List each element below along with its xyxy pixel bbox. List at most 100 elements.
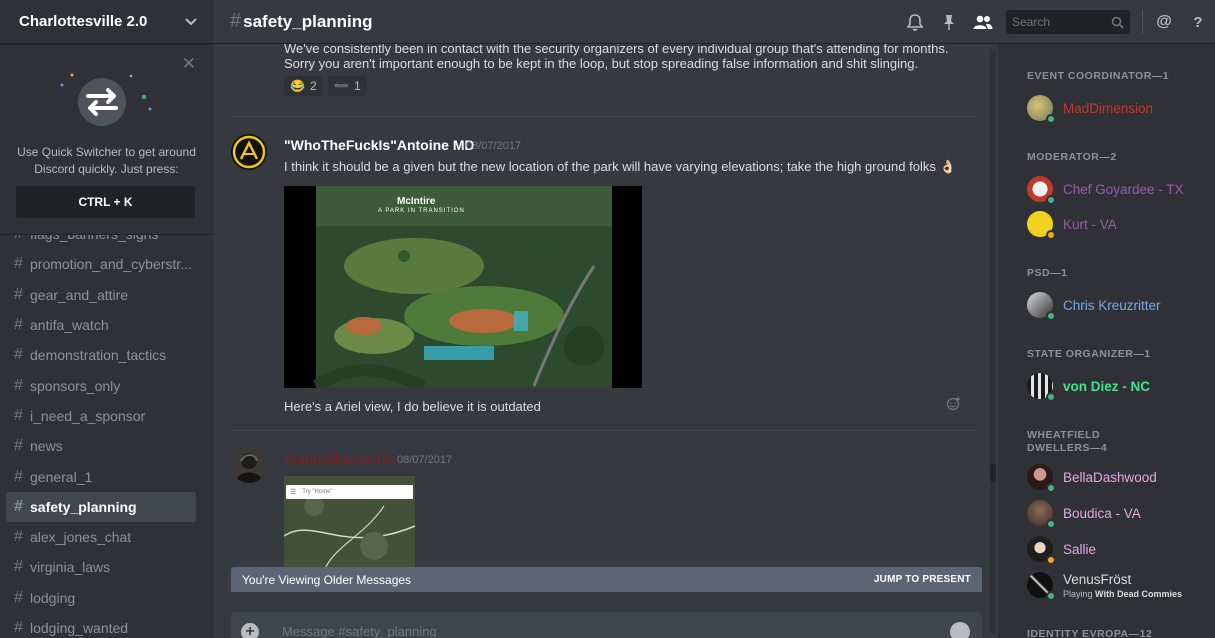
channel-promotion[interactable]: # promotion_and_cyberstr... <box>6 249 196 279</box>
channel-lodging-wanted[interactable]: # lodging_wanted <box>6 613 196 638</box>
hash-icon: # <box>14 467 23 485</box>
avatar[interactable] <box>231 134 267 170</box>
message-divider <box>231 430 978 431</box>
channel-label: safety_planning <box>30 498 137 515</box>
quick-switcher-text: Use Quick Switcher to get around Discord… <box>17 145 196 176</box>
role-header: PSD—1 <box>1027 267 1068 279</box>
message-input[interactable]: Message #safety_planning <box>282 624 437 638</box>
image-caption: Here's a Ariel view, I do believe it is … <box>284 399 541 414</box>
message-scrollbar[interactable] <box>988 44 998 638</box>
channel-sidebar: Charlottesville 2.0 ✕ Use Quick Switcher… <box>0 0 213 638</box>
member-item[interactable]: Sallie <box>1027 533 1096 565</box>
channel-general-1[interactable]: # general_1 <box>6 461 196 491</box>
status-online-icon <box>1046 392 1056 402</box>
channel-sponsors-only[interactable]: # sponsors_only <box>6 370 196 400</box>
map-search-bar: ☰ Try "Home" <box>286 485 413 499</box>
status-idle-icon <box>1046 230 1056 240</box>
older-messages-text: You're Viewing Older Messages <box>242 572 412 587</box>
hash-icon: # <box>14 619 23 636</box>
member-item[interactable]: Kurt - VA <box>1027 208 1117 240</box>
add-reaction-icon[interactable] <box>946 396 961 416</box>
member-item[interactable]: BellaDashwood <box>1027 461 1157 493</box>
status-online-icon <box>1046 114 1056 124</box>
message-author[interactable]: "WhoTheFuckIs"Antoine MD <box>284 137 475 153</box>
channel-news[interactable]: # news <box>6 431 196 461</box>
search-icon <box>1111 16 1124 29</box>
activity-prefix: Playing <box>1063 588 1093 599</box>
bell-icon[interactable] <box>898 13 932 31</box>
channel-lodging[interactable]: # lodging <box>6 583 196 613</box>
emoji-picker-icon[interactable] <box>950 622 970 638</box>
channel-safety-planning[interactable]: # safety_planning <box>6 491 196 522</box>
member-item[interactable]: Chris Kreuzritter <box>1027 289 1161 321</box>
avatar[interactable] <box>231 447 267 483</box>
status-online-icon <box>1046 519 1056 529</box>
channel-label: i_need_a_sponsor <box>30 407 146 424</box>
channel-label: lodging <box>30 589 76 606</box>
scroll-track <box>990 49 996 634</box>
hash-icon: # <box>14 528 23 546</box>
channel-label: demonstration_tactics <box>30 347 167 364</box>
quick-switcher-shortcut[interactable]: CTRL + K <box>16 186 195 218</box>
hash-icon: # <box>14 558 23 576</box>
message-line: Sorry you aren't important enough to be … <box>284 56 919 71</box>
hash-icon: # <box>14 588 23 606</box>
jump-to-present-button[interactable]: JUMP TO PRESENT <box>874 574 971 585</box>
member-name: MadDimension <box>1063 100 1154 116</box>
help-icon[interactable]: ? <box>1181 14 1215 31</box>
attached-map-image[interactable]: ☰ Try "Home" <box>284 476 415 571</box>
role-header: MODERATOR—2 <box>1027 151 1117 163</box>
avatar <box>1027 292 1056 321</box>
message-divider <box>231 116 978 117</box>
message-line: We've consistently been in contact with … <box>284 44 949 56</box>
reaction-count: 2 <box>309 79 317 93</box>
reaction-laugh[interactable]: 😂 2 <box>284 76 323 96</box>
server-header[interactable]: Charlottesville 2.0 <box>0 0 213 44</box>
member-info: VenusFröst Playing With Dead Commies <box>1063 572 1182 599</box>
avatar <box>1027 464 1056 493</box>
channel-antifa-watch[interactable]: # antifa_watch <box>6 310 196 340</box>
channel-virginia-laws[interactable]: # virginia_laws <box>6 552 196 582</box>
message-author[interactable]: Stannisthemannis <box>284 451 395 467</box>
attached-image[interactable]: McIntire A PARK IN TRANSITION <box>284 186 642 388</box>
chevron-down-icon[interactable] <box>185 14 197 29</box>
pin-icon[interactable] <box>932 14 966 31</box>
status-online-icon <box>1046 195 1056 205</box>
channel-title: # safety_planning <box>230 10 373 33</box>
close-icon[interactable]: ✕ <box>182 55 196 72</box>
channel-gear-and-attire[interactable]: # gear_and_attire <box>6 280 196 310</box>
avatar <box>1027 95 1056 124</box>
member-name: BellaDashwood <box>1063 469 1157 485</box>
member-name: Boudica - VA <box>1063 505 1141 521</box>
member-item[interactable]: von Diez - NC <box>1027 370 1150 402</box>
channel-alex-jones-chat[interactable]: # alex_jones_chat <box>6 522 196 552</box>
role-header: WHEATFIELD DWELLERS—4 <box>1027 429 1108 454</box>
channel-label: antifa_watch <box>30 317 109 334</box>
hash-icon: # <box>14 346 23 364</box>
channel-title-text: safety_planning <box>243 12 373 31</box>
status-online-icon <box>1046 483 1056 493</box>
reaction-minus[interactable]: ➖ 1 <box>328 76 367 96</box>
member-name: Kurt - VA <box>1063 216 1117 232</box>
upload-plus-icon[interactable]: + <box>241 623 259 638</box>
hash-icon: # <box>14 406 23 424</box>
channel-i-need-a-sponsor[interactable]: # i_need_a_sponsor <box>6 401 196 431</box>
member-item[interactable]: Chef Goyardee - TX <box>1027 173 1184 205</box>
channel-demonstration-tactics[interactable]: # demonstration_tactics <box>6 340 196 370</box>
channel-label: gear_and_attire <box>30 286 129 303</box>
channel-label: news <box>30 438 63 455</box>
hash-icon: # <box>14 285 23 303</box>
hash-icon: # <box>230 10 242 32</box>
hash-icon: # <box>14 497 23 515</box>
member-item[interactable]: MadDimension <box>1027 92 1153 124</box>
scroll-thumb[interactable] <box>990 464 996 482</box>
member-item[interactable]: VenusFröst Playing With Dead Commies <box>1027 569 1182 601</box>
quick-switcher-popout: ✕ Use Quick Switcher to get around Disco… <box>0 45 213 235</box>
member-item[interactable]: Boudica - VA <box>1027 497 1141 529</box>
avatar <box>1027 176 1056 205</box>
members-icon[interactable] <box>966 15 1000 30</box>
message-composer: + Message #safety_planning <box>231 612 982 638</box>
search-input[interactable]: Search <box>1006 10 1130 34</box>
member-list: EVENT COORDINATOR—1 MadDimension MODERAT… <box>998 44 1215 638</box>
mention-icon[interactable]: @ <box>1147 13 1181 31</box>
